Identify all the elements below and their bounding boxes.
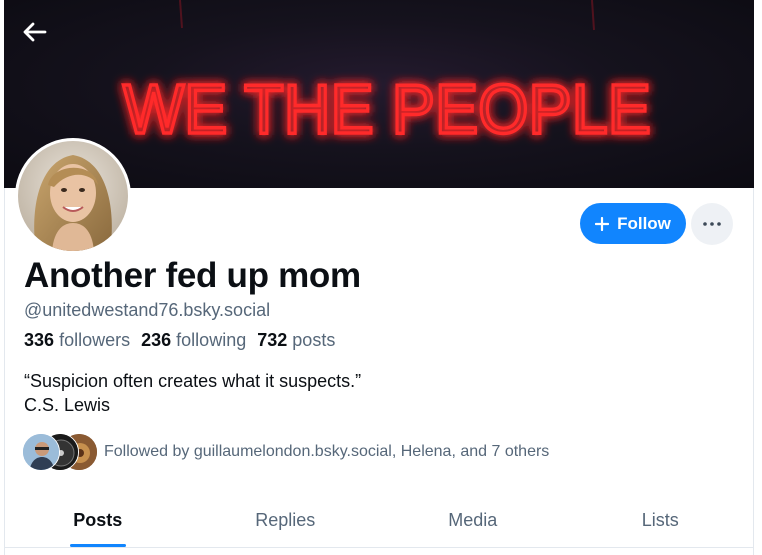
ellipsis-icon bbox=[703, 222, 721, 226]
followers-label: followers bbox=[59, 330, 131, 350]
followers-stat[interactable]: 336 followers bbox=[24, 330, 130, 350]
profile-handle: @unitedwestand76.bsky.social bbox=[24, 300, 271, 320]
profile-tabs: Posts Replies Media Lists bbox=[4, 494, 754, 548]
arrow-left-icon bbox=[23, 22, 47, 42]
bio-attribution: C.S. Lewis bbox=[24, 395, 111, 415]
posts-stat: 732 posts bbox=[257, 330, 335, 350]
profile-avatar[interactable] bbox=[15, 138, 131, 254]
profile-stats: 336 followers 236 following 732 posts bbox=[24, 330, 341, 351]
active-tab-indicator bbox=[69, 544, 126, 547]
followed-by-text: Followed by guillaumelondon.bsky.social,… bbox=[104, 443, 550, 460]
tab-posts[interactable]: Posts bbox=[4, 494, 192, 547]
banner-neon-text: WE THE PEOPLE bbox=[123, 70, 651, 148]
plus-icon bbox=[595, 216, 610, 231]
followers-count: 336 bbox=[24, 330, 55, 350]
tab-posts-label: Posts bbox=[73, 510, 123, 530]
banner-wire-left bbox=[179, 0, 183, 29]
following-label: following bbox=[176, 330, 247, 350]
following-stat[interactable]: 236 following bbox=[141, 330, 246, 350]
follower-avatar-1 bbox=[22, 433, 60, 471]
follow-button[interactable]: Follow bbox=[580, 203, 686, 244]
tab-replies-label: Replies bbox=[255, 510, 316, 530]
following-count: 236 bbox=[141, 330, 172, 350]
profile-bio: “Suspicion often creates what it suspect… bbox=[24, 369, 361, 417]
back-button[interactable] bbox=[14, 12, 54, 52]
tab-media-label: Media bbox=[448, 510, 498, 530]
tab-replies[interactable]: Replies bbox=[192, 494, 380, 547]
follow-button-label: Follow bbox=[617, 213, 671, 233]
tab-lists-label: Lists bbox=[641, 510, 679, 530]
display-name: Another fed up mom bbox=[24, 256, 361, 295]
known-follower-avatars bbox=[22, 432, 98, 472]
known-followers[interactable]: Followed by guillaumelondon.bsky.social,… bbox=[22, 432, 549, 472]
bio-quote: “Suspicion often creates what it suspect… bbox=[24, 371, 362, 391]
posts-label: posts bbox=[292, 330, 336, 350]
avatar-image bbox=[18, 141, 128, 251]
tab-media[interactable]: Media bbox=[379, 494, 567, 547]
tab-lists[interactable]: Lists bbox=[567, 494, 755, 547]
banner-wire-right bbox=[591, 0, 595, 31]
posts-count: 732 bbox=[257, 330, 288, 350]
more-options-button[interactable] bbox=[691, 203, 733, 245]
